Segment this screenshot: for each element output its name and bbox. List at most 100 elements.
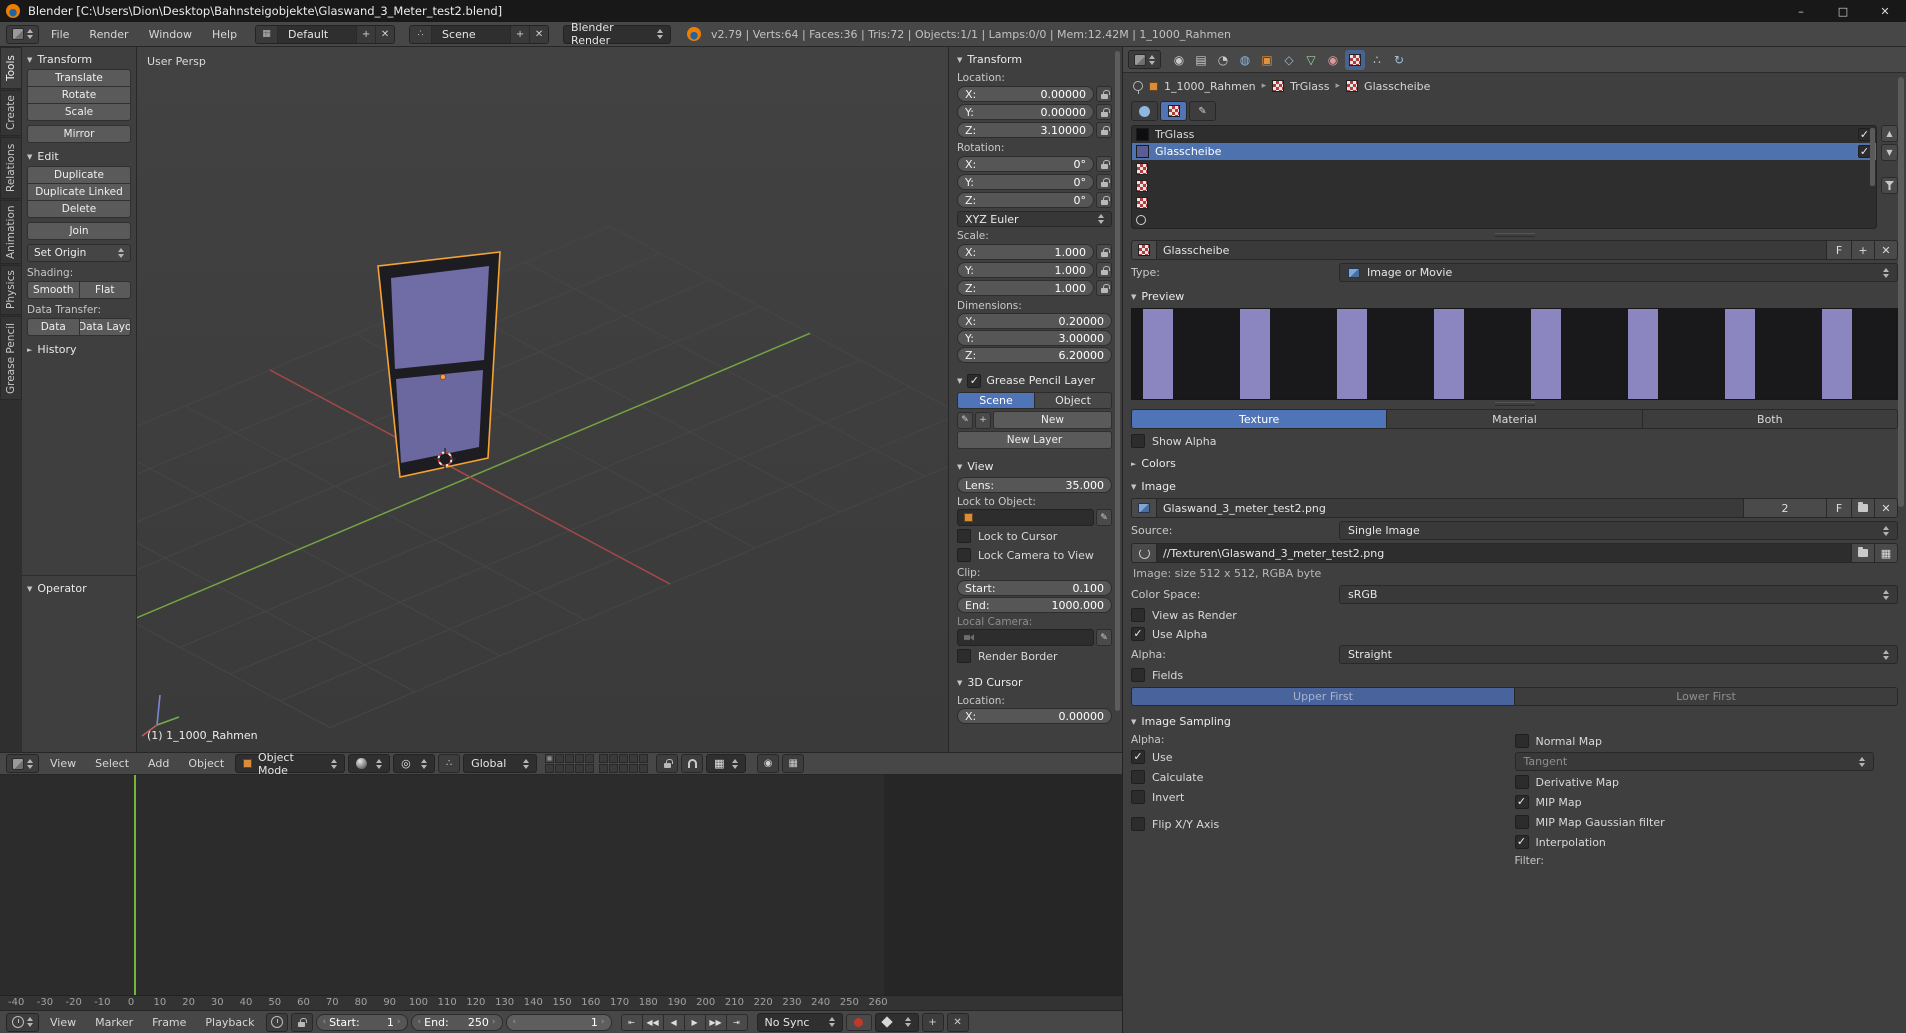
menu-frame[interactable]: Frame — [144, 1016, 194, 1029]
clip-end-field[interactable]: End:1000.000 — [957, 597, 1112, 613]
join-button[interactable]: Join — [27, 222, 131, 240]
lock-icon[interactable] — [1096, 262, 1112, 278]
snap-magnet-toggle[interactable] — [681, 754, 703, 773]
lock-icon[interactable] — [1096, 244, 1112, 260]
layer-toggle[interactable] — [629, 754, 638, 763]
playhead[interactable] — [134, 775, 136, 1010]
dimensions-x-field[interactable]: X:0.20000 — [957, 313, 1112, 329]
cursor-panel-header[interactable]: ▼3D Cursor — [957, 673, 1112, 692]
normal-map-checkbox[interactable] — [1515, 734, 1529, 748]
data-layout-transfer-button[interactable]: Data Layo — [79, 318, 132, 336]
pivot-dropdown[interactable]: ◎ — [393, 754, 435, 773]
mode-dropdown[interactable]: Object Mode — [235, 754, 345, 773]
texture-slot-row[interactable]: Glasscheibe✓ — [1132, 143, 1876, 160]
sync-dropdown[interactable]: No Sync — [757, 1013, 843, 1032]
layer-toggle[interactable] — [599, 764, 608, 773]
menu-render[interactable]: Render — [81, 28, 136, 41]
transform-panel-header[interactable]: ▼Transform — [957, 50, 1112, 69]
menu-view[interactable]: View — [42, 757, 84, 770]
view-as-render-checkbox[interactable] — [1131, 608, 1145, 622]
layout-add-button[interactable]: + — [356, 26, 375, 43]
jump-to-start-button[interactable]: ⇤ — [621, 1014, 643, 1031]
rotation-z-field[interactable]: Z:0° — [957, 192, 1094, 208]
normal-map-space-dropdown[interactable]: Tangent — [1515, 752, 1875, 771]
layer-toggle[interactable] — [639, 764, 648, 773]
translate-button[interactable]: Translate — [27, 69, 131, 87]
shade-smooth-button[interactable]: Smooth — [27, 281, 80, 299]
opengl-render-anim-button[interactable]: ▦ — [782, 754, 804, 773]
texture-tab[interactable] — [1345, 50, 1365, 70]
rotate-button[interactable]: Rotate — [27, 86, 131, 104]
scale-button[interactable]: Scale — [27, 103, 131, 121]
frame-start-field[interactable]: ‹Start:1› — [316, 1014, 408, 1031]
texture-slot-row[interactable]: TrGlass✓ — [1132, 126, 1876, 143]
menu-add[interactable]: Add — [140, 757, 177, 770]
transform-panel-header[interactable]: ▼Transform — [27, 50, 131, 69]
breadcrumb-material[interactable]: TrGlass — [1290, 80, 1329, 93]
auto-keyframe-record-button[interactable] — [846, 1014, 872, 1031]
menu-playback[interactable]: Playback — [197, 1016, 262, 1029]
layout-delete-button[interactable]: ✕ — [375, 26, 394, 43]
layer-toggle[interactable] — [555, 764, 564, 773]
gp-new-button[interactable]: New — [993, 411, 1112, 429]
lock-time-toggle[interactable] — [291, 1013, 313, 1032]
texture-slot-row[interactable] — [1132, 194, 1876, 211]
material-tab[interactable]: ◉ — [1323, 50, 1343, 70]
lock-camera-checkbox[interactable] — [957, 548, 971, 562]
dimensions-y-field[interactable]: Y:3.00000 — [957, 330, 1112, 346]
texture-name-field[interactable]: Glasscheibe — [1156, 240, 1827, 260]
mip-gauss-checkbox[interactable] — [1515, 815, 1529, 829]
object-data-tab[interactable]: ▽ — [1301, 50, 1321, 70]
cursor-x-field[interactable]: X:0.00000 — [957, 708, 1112, 724]
lock-icon[interactable] — [1096, 280, 1112, 296]
grease-pencil-checkbox[interactable]: ✓ — [967, 374, 981, 388]
source-dropdown[interactable]: Single Image — [1339, 521, 1898, 540]
viewport-3d[interactable]: User Persp (1) 1_1000_Rahmen — [137, 47, 948, 752]
lock-to-cursor-checkbox[interactable] — [957, 529, 971, 543]
breadcrumb-object[interactable]: 1_1000_Rahmen — [1164, 80, 1256, 93]
image-panel-header[interactable]: ▼Image — [1123, 477, 1906, 496]
lower-first-button[interactable]: Lower First — [1514, 687, 1898, 706]
layer-toggle[interactable] — [565, 764, 574, 773]
mirror-button[interactable]: Mirror — [27, 125, 131, 143]
layer-toggle[interactable] — [555, 754, 564, 763]
layer-toggle[interactable] — [619, 764, 628, 773]
layer-toggle[interactable] — [545, 764, 554, 773]
eyedropper-icon[interactable]: ✎ — [1096, 629, 1112, 646]
layer-toggle[interactable] — [545, 754, 554, 763]
gp-add-icon-button[interactable]: + — [975, 412, 991, 429]
lock-scene-toggle[interactable] — [656, 754, 678, 773]
toolshelf-tab-create[interactable]: Create — [0, 90, 22, 136]
scene-add-button[interactable]: + — [510, 26, 529, 43]
world-texture-context-button[interactable] — [1131, 101, 1158, 121]
close-button[interactable]: ✕ — [1864, 0, 1906, 22]
scrollbar[interactable] — [1115, 51, 1120, 711]
scrollbar[interactable] — [1870, 128, 1875, 186]
layer-toggle[interactable] — [619, 754, 628, 763]
preview-texture-button[interactable]: Texture — [1131, 409, 1387, 429]
delete-button[interactable]: Delete — [27, 200, 131, 218]
colors-panel-header[interactable]: ►Colors — [1123, 454, 1906, 473]
menu-select[interactable]: Select — [87, 757, 137, 770]
texture-slot-row[interactable] — [1132, 211, 1876, 228]
menu-file[interactable]: File — [43, 28, 77, 41]
interpolation-checkbox[interactable]: ✓ — [1515, 835, 1529, 849]
pin-icon[interactable] — [1133, 81, 1143, 91]
fake-user-button[interactable]: F — [1826, 498, 1852, 518]
play-reverse-button[interactable]: ◀ — [663, 1014, 685, 1031]
rotation-x-field[interactable]: X:0° — [957, 156, 1094, 172]
editor-type-button[interactable] — [6, 754, 39, 773]
texture-type-dropdown[interactable]: Image or Movie — [1339, 263, 1898, 282]
dimensions-z-field[interactable]: Z:6.20000 — [957, 347, 1112, 363]
panel-resize-grip[interactable] — [1495, 402, 1535, 406]
timeline-editor[interactable]: -40-30-20-100102030405060708090100110120… — [0, 775, 1122, 1033]
menu-window[interactable]: Window — [141, 28, 200, 41]
browse-texture-button[interactable] — [1131, 240, 1157, 260]
colorspace-dropdown[interactable]: sRGB — [1339, 585, 1898, 604]
scene-browse-icon[interactable]: ∴ — [410, 26, 432, 43]
lens-field[interactable]: Lens:35.000 — [957, 477, 1112, 493]
gp-object-tab[interactable]: Object — [1034, 392, 1112, 409]
editor-type-button[interactable] — [6, 1013, 39, 1032]
show-alpha-checkbox[interactable] — [1131, 434, 1145, 448]
alpha-mode-dropdown[interactable]: Straight — [1339, 645, 1898, 664]
